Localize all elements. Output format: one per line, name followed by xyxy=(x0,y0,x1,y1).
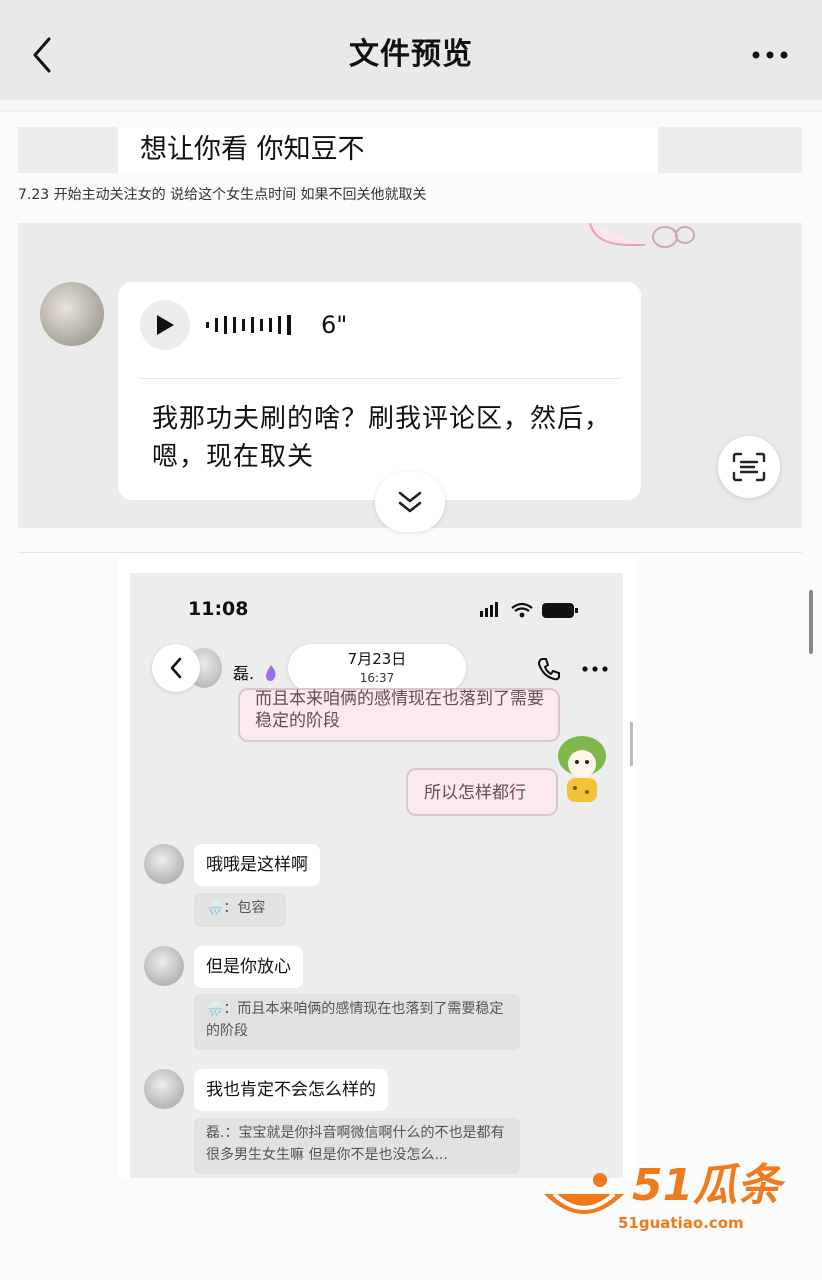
received-message-bubble: 我也肯定不会怎么样的 xyxy=(194,1069,388,1111)
page-title: 文件预览 xyxy=(349,37,473,72)
text-scan-button[interactable] xyxy=(718,436,780,498)
header-divider xyxy=(0,100,822,110)
expand-button[interactable] xyxy=(375,472,445,532)
more-dots-icon xyxy=(752,51,788,59)
sender-avatar xyxy=(40,282,104,346)
document-note: 7.23 开始主动关注女的 说给这个女生点时间 如果不回关他就取关 xyxy=(18,187,427,203)
play-icon xyxy=(157,315,174,335)
date-pill: 7月23日 16:37 xyxy=(288,644,466,692)
flame-icon xyxy=(266,665,276,681)
melon-logo-icon xyxy=(544,1173,624,1214)
double-chevron-down-icon xyxy=(398,491,422,513)
dinosaur-avatar-sticker xyxy=(558,736,606,802)
play-voice-button[interactable] xyxy=(140,300,190,350)
inner-scrollbar xyxy=(630,722,633,766)
watermark-url: 51guatiao.com xyxy=(618,1214,744,1232)
section-divider xyxy=(18,552,802,553)
scan-text-icon xyxy=(732,452,766,482)
contact-name-text: 磊. xyxy=(233,664,255,683)
contact-avatar xyxy=(144,1069,184,1109)
watermark-logo: 51瓜条 51guatiao.com xyxy=(540,1158,800,1238)
sent-message-text: 而且本来咱俩的感情现在也落到了需要稳定的阶段 xyxy=(255,689,544,731)
chat-date: 7月23日 xyxy=(347,650,407,668)
chat-time: 16:37 xyxy=(359,671,395,685)
received-message-bubble: 但是你放心 xyxy=(194,946,303,988)
quoted-reply: 磊.：宝宝就是你抖音啊微信啊什么的不也是都有很多男生女生嘛 但是你不是也没怎么.… xyxy=(194,1118,520,1174)
bubble-separator xyxy=(138,378,622,379)
audio-waveform-icon xyxy=(206,315,291,335)
watermark-brand: 51瓜条 xyxy=(632,1160,782,1211)
contact-name: 磊. xyxy=(233,660,279,684)
voice-transcript: 我那功夫刷的啥？刷我评论区，然后，嗯，现在取关 xyxy=(152,404,612,472)
chat-back-button[interactable] xyxy=(152,644,200,692)
chat-more-icon[interactable] xyxy=(580,656,610,682)
contact-avatar xyxy=(144,946,184,986)
phone-call-icon[interactable] xyxy=(536,656,562,682)
page-scrollbar[interactable] xyxy=(809,590,813,654)
contact-avatar xyxy=(144,844,184,884)
sent-message-text: 所以怎样都行 xyxy=(424,783,526,803)
quoted-reply: 🌧️：而且本来咱俩的感情现在也落到了需要稳定的阶段 xyxy=(194,994,520,1050)
status-bar-icons xyxy=(480,602,578,618)
voice-duration: 6" xyxy=(321,311,348,339)
document-caption: 想让你看 你知豆不 xyxy=(118,127,658,173)
bow-decoration-icon xyxy=(589,223,695,248)
status-bar-time: 11:08 xyxy=(188,598,249,620)
more-options-button[interactable] xyxy=(748,38,792,72)
received-message-bubble: 哦哦是这样啊 xyxy=(194,844,320,886)
chevron-left-icon xyxy=(170,657,182,679)
quoted-reply: 🌧️：包容 xyxy=(194,893,286,927)
